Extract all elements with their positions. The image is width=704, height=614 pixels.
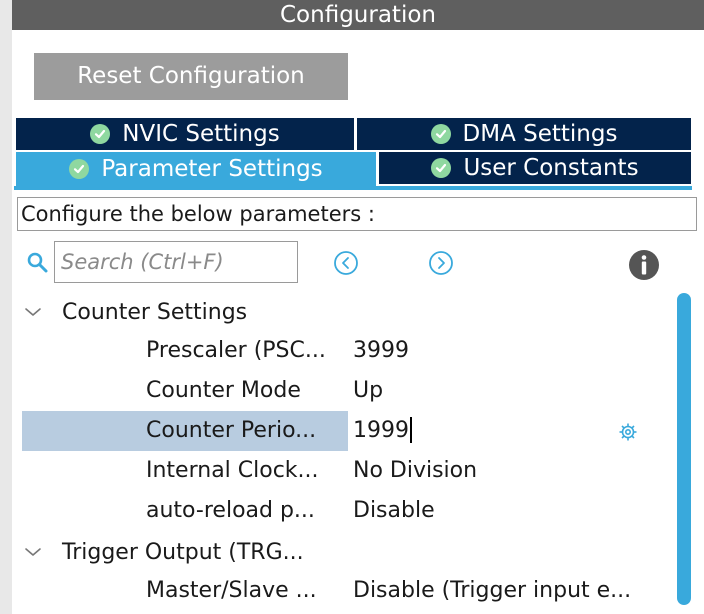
text-cursor (410, 416, 412, 443)
reset-configuration-button[interactable]: Reset Configuration (34, 53, 348, 100)
chevron-down-icon (24, 546, 54, 558)
chevron-right-circle-icon (429, 251, 453, 275)
search-icon[interactable] (26, 251, 50, 279)
param-name: Master/Slave ... (146, 578, 317, 603)
param-row-counter-period[interactable]: Counter Perio... 1999 (22, 411, 672, 451)
tab-label: User Constants (463, 155, 639, 181)
tab-user-constants[interactable]: User Constants (379, 152, 691, 184)
check-circle-icon (90, 124, 111, 144)
param-value[interactable]: 3999 (353, 331, 409, 371)
chevron-left-circle-icon (334, 251, 358, 275)
check-circle-icon (430, 124, 451, 144)
tab-label: NVIC Settings (122, 121, 280, 147)
chevron-down-icon (24, 306, 54, 318)
parameters-description: Configure the below parameters : (17, 197, 697, 231)
param-name: Prescaler (PSC... (146, 338, 326, 363)
search-previous-button[interactable] (333, 250, 359, 280)
search-input[interactable] (54, 241, 298, 283)
group-label: Trigger Output (TRG... (62, 539, 304, 565)
check-circle-icon (431, 158, 452, 178)
panel-title: Configuration (12, 0, 704, 30)
vertical-scrollbar[interactable] (677, 293, 691, 605)
param-value[interactable]: Disable (353, 491, 435, 531)
param-row-prescaler[interactable]: Prescaler (PSC... 3999 (22, 331, 672, 371)
gear-icon[interactable] (618, 422, 638, 446)
left-panel-edge (0, 0, 12, 614)
tab-underline (14, 186, 692, 190)
tab-nvic-settings[interactable]: NVIC Settings (16, 118, 354, 150)
input-text: 1999 (353, 418, 409, 443)
check-circle-icon (69, 159, 90, 179)
search-next-button[interactable] (428, 250, 454, 280)
counter-period-input[interactable]: 1999 (353, 411, 412, 451)
param-row-internal-clock[interactable]: Internal Clock... No Division (22, 451, 672, 491)
info-icon[interactable] (628, 249, 660, 285)
group-label: Counter Settings (62, 299, 248, 325)
param-row-master-slave[interactable]: Master/Slave ... Disable (Trigger input … (22, 571, 672, 611)
param-value[interactable]: Up (353, 371, 383, 411)
param-name: Counter Mode (146, 378, 301, 403)
param-name: Internal Clock... (146, 458, 319, 483)
tab-label: Parameter Settings (101, 156, 323, 182)
param-value[interactable]: Disable (Trigger input e... (353, 571, 631, 611)
param-name: Counter Perio... (146, 418, 317, 443)
tab-parameter-settings[interactable]: Parameter Settings (16, 152, 376, 186)
param-row-auto-reload[interactable]: auto-reload p... Disable (22, 491, 672, 531)
param-name: auto-reload p... (146, 498, 315, 523)
tab-label: DMA Settings (462, 121, 618, 147)
param-value[interactable]: No Division (353, 451, 477, 491)
param-row-counter-mode[interactable]: Counter Mode Up (22, 371, 672, 411)
tab-dma-settings[interactable]: DMA Settings (357, 118, 691, 150)
group-trigger-output[interactable]: Trigger Output (TRG... (24, 532, 304, 572)
group-counter-settings[interactable]: Counter Settings (24, 292, 247, 332)
